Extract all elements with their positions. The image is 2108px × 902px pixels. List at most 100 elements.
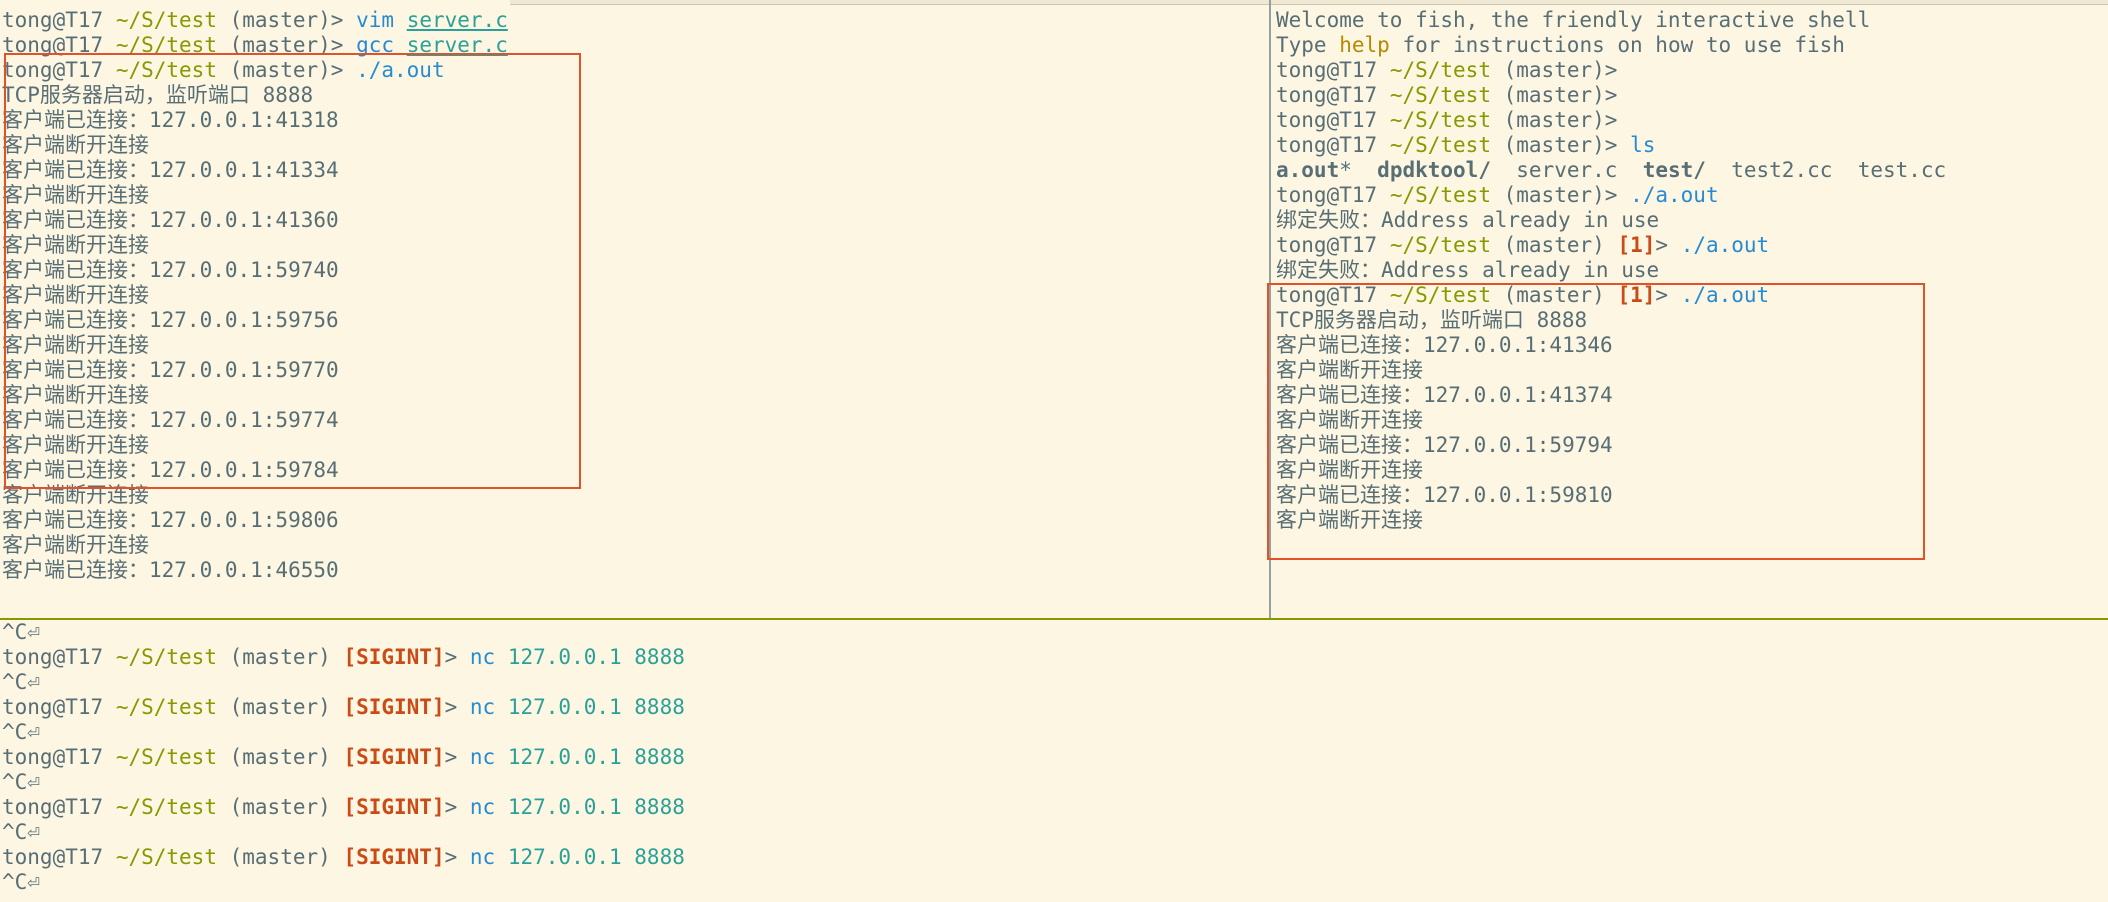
prompt-line: tong@T17 ~/S/test (master)> — [1274, 83, 2108, 108]
ls-item-file: test.cc — [1857, 158, 1947, 182]
bottom-terminal-pane[interactable]: ^C⏎ tong@T17 ~/S/test (master) [SIGINT]>… — [0, 620, 2108, 902]
prompt-branch: (master) — [229, 645, 331, 669]
log-line: 客户端已连接：127.0.0.1:59740 — [2, 258, 339, 282]
prompt-user-host: tong@T17 — [2, 845, 104, 869]
prompt-exit-status: [1] — [1617, 233, 1656, 257]
prompt-line: tong@T17 ~/S/test (master)> gcc server.c — [0, 33, 1268, 58]
ctrl-c-line: ^C⏎ — [2, 770, 40, 794]
log-line: 客户端断开连接 — [1276, 458, 1423, 482]
prompt-path: ~/S/test — [115, 33, 217, 57]
prompt-path: ~/S/test — [115, 695, 217, 719]
prompt-arrow: > — [1655, 233, 1669, 257]
log-line: 客户端已连接：127.0.0.1:59774 — [2, 408, 339, 432]
command-arg: server.c — [406, 33, 508, 57]
prompt-exit-status: [1] — [1617, 283, 1656, 307]
prompt-user-host: tong@T17 — [1276, 233, 1378, 257]
log-line: 客户端已连接：127.0.0.1:41360 — [2, 208, 339, 232]
log-line: 客户端已连接：127.0.0.1:59806 — [2, 508, 339, 532]
ctrl-c-line: ^C⏎ — [2, 620, 40, 644]
command-name: nc — [469, 695, 496, 719]
prompt-path: ~/S/test — [1389, 133, 1491, 157]
prompt-line: tong@T17 ~/S/test (master) [SIGINT]> nc … — [0, 645, 2108, 670]
command-name: ./a.out — [1680, 233, 1770, 257]
ls-item-directory: test/ — [1642, 158, 1706, 182]
prompt-arrow: > — [1604, 133, 1618, 157]
prompt-path: ~/S/test — [1389, 58, 1491, 82]
prompt-branch: (master) — [229, 33, 331, 57]
prompt-branch: (master) — [229, 58, 331, 82]
log-line: 客户端已连接：127.0.0.1:46550 — [2, 558, 339, 582]
prompt-branch: (master) — [1503, 108, 1605, 132]
prompt-line: tong@T17 ~/S/test (master)> ./a.out — [0, 58, 1268, 83]
fish-welcome-line: Welcome to fish, the friendly interactiv… — [1276, 8, 1871, 32]
prompt-user-host: tong@T17 — [1276, 58, 1378, 82]
log-line: 客户端断开连接 — [2, 433, 149, 457]
ls-output-line: a.out* dpdktool/ server.c test/ test2.cc… — [1274, 158, 2108, 183]
prompt-line: tong@T17 ~/S/test (master)> vim server.c — [0, 8, 1268, 33]
prompt-path: ~/S/test — [115, 845, 217, 869]
ls-exec-marker: * — [1339, 158, 1352, 182]
prompt-arrow: > — [330, 33, 344, 57]
prompt-user-host: tong@T17 — [1276, 183, 1378, 207]
prompt-branch: (master) — [1503, 283, 1605, 307]
prompt-sigint-status: [SIGINT] — [343, 795, 445, 819]
log-line: 客户端已连接：127.0.0.1:41318 — [2, 108, 339, 132]
prompt-line: tong@T17 ~/S/test (master) [SIGINT]> nc … — [0, 695, 2108, 720]
bind-fail-line: 绑定失败：Address already in use — [1276, 208, 1660, 232]
command-name: nc — [469, 795, 496, 819]
prompt-arrow: > — [1604, 183, 1618, 207]
prompt-branch: (master) — [1503, 183, 1605, 207]
prompt-sigint-status: [SIGINT] — [343, 745, 445, 769]
command-arg: 127.0.0.1 8888 — [507, 695, 685, 719]
prompt-path: ~/S/test — [1389, 108, 1491, 132]
command-name: gcc — [356, 33, 395, 57]
vertical-pane-divider[interactable] — [1269, 0, 1271, 620]
prompt-arrow: > — [1655, 283, 1669, 307]
right-terminal-pane[interactable]: Welcome to fish, the friendly interactiv… — [1274, 8, 2108, 618]
prompt-line: tong@T17 ~/S/test (master)> ./a.out — [1274, 183, 2108, 208]
prompt-arrow: > — [444, 695, 458, 719]
log-line: 客户端已连接：127.0.0.1:41346 — [1276, 333, 1613, 357]
command-arg: 127.0.0.1 8888 — [507, 745, 685, 769]
prompt-user-host: tong@T17 — [2, 795, 104, 819]
prompt-arrow: > — [1604, 108, 1618, 132]
prompt-user-host: tong@T17 — [2, 645, 104, 669]
prompt-arrow: > — [1604, 83, 1618, 107]
prompt-sigint-status: [SIGINT] — [343, 645, 445, 669]
prompt-user-host: tong@T17 — [2, 695, 104, 719]
log-line: 客户端已连接：127.0.0.1:59784 — [2, 458, 339, 482]
log-line: 客户端断开连接 — [2, 333, 149, 357]
prompt-arrow: > — [330, 58, 344, 82]
prompt-path: ~/S/test — [1389, 183, 1491, 207]
prompt-line: tong@T17 ~/S/test (master)> ls — [1274, 133, 2108, 158]
prompt-path: ~/S/test — [1389, 83, 1491, 107]
terminal-tab-bar — [510, 0, 2108, 5]
log-line: 客户端已连接：127.0.0.1:59810 — [1276, 483, 1613, 507]
log-line: 客户端断开连接 — [2, 183, 149, 207]
prompt-line: tong@T17 ~/S/test (master)> — [1274, 108, 2108, 133]
prompt-user-host: tong@T17 — [2, 745, 104, 769]
prompt-path: ~/S/test — [1389, 283, 1491, 307]
ls-item-executable: a.out — [1276, 158, 1340, 182]
command-arg: 127.0.0.1 8888 — [507, 795, 685, 819]
prompt-line: tong@T17 ~/S/test (master) [SIGINT]> nc … — [0, 845, 2108, 870]
server-start-line: TCP服务器启动，监听端口 8888 — [2, 83, 314, 107]
ctrl-c-line: ^C⏎ — [2, 720, 40, 744]
prompt-arrow: > — [444, 745, 458, 769]
prompt-path: ~/S/test — [115, 8, 217, 32]
prompt-branch: (master) — [229, 8, 331, 32]
command-name: ./a.out — [1680, 283, 1770, 307]
prompt-branch: (master) — [229, 795, 331, 819]
prompt-branch: (master) — [1503, 58, 1605, 82]
left-terminal-pane[interactable]: tong@T17 ~/S/test (master)> vim server.c… — [0, 8, 1268, 618]
prompt-arrow: > — [1604, 58, 1618, 82]
log-line: 客户端已连接：127.0.0.1:41374 — [1276, 383, 1613, 407]
log-line: 客户端断开连接 — [1276, 408, 1423, 432]
prompt-sigint-status: [SIGINT] — [343, 695, 445, 719]
prompt-branch: (master) — [229, 745, 331, 769]
command-name: nc — [469, 845, 496, 869]
log-line: 客户端已连接：127.0.0.1:59770 — [2, 358, 339, 382]
prompt-user-host: tong@T17 — [1276, 283, 1378, 307]
ctrl-c-line: ^C⏎ — [2, 870, 40, 894]
prompt-arrow: > — [330, 8, 344, 32]
